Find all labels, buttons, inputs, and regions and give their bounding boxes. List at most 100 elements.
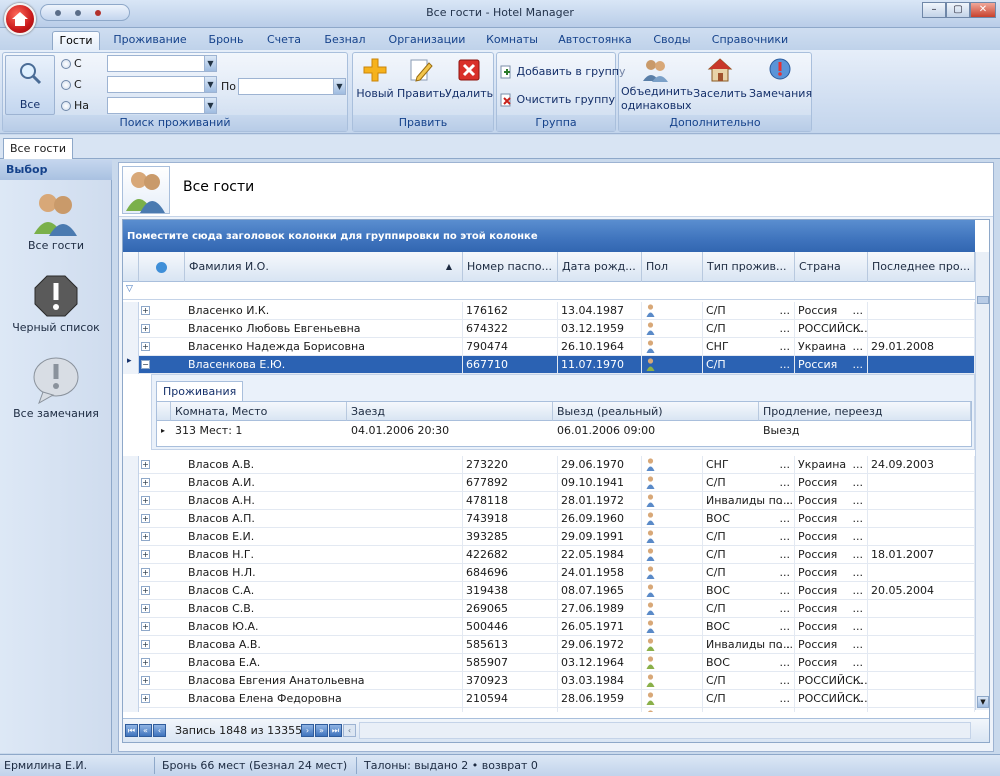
table-row[interactable]: ▸ − Власенкова Е.Ю. 667710 11.07.1970 С/П... Р… bbox=[123, 356, 975, 374]
detail-header-extension[interactable]: Продление, переезд bbox=[759, 402, 971, 421]
tab-organizations[interactable]: Организации bbox=[382, 31, 472, 50]
row-indicator[interactable] bbox=[123, 708, 139, 712]
tab-rooms[interactable]: Комнаты bbox=[480, 31, 544, 50]
filter-row[interactable]: ▽ bbox=[123, 282, 975, 300]
row-indicator[interactable] bbox=[123, 618, 139, 636]
ellipsis-icon[interactable]: ... bbox=[853, 474, 864, 491]
table-row[interactable]: + Власов Н.Л. 684696 24.01.1958 С/П... Россия… bbox=[123, 564, 975, 582]
expand-icon[interactable]: + bbox=[141, 586, 150, 595]
ellipsis-icon[interactable]: ... bbox=[853, 582, 864, 599]
all-search-button[interactable]: Все bbox=[5, 55, 55, 115]
expand-icon[interactable]: + bbox=[141, 324, 150, 333]
ellipsis-icon[interactable]: ... bbox=[780, 356, 791, 373]
ellipsis-icon[interactable]: ... bbox=[853, 510, 864, 527]
tab-references[interactable]: Справочники bbox=[706, 31, 794, 50]
scroll-down-icon[interactable]: ▼ bbox=[977, 696, 989, 708]
ellipsis-icon[interactable]: ... bbox=[853, 564, 864, 581]
ellipsis-icon[interactable]: ... bbox=[780, 600, 791, 617]
ellipsis-icon[interactable]: ... bbox=[780, 510, 791, 527]
detail-header-room[interactable]: Комната, Место bbox=[171, 402, 347, 421]
app-menu-button[interactable] bbox=[4, 3, 36, 35]
collapse-icon[interactable]: − bbox=[141, 360, 150, 369]
nav-blacklist[interactable]: Черный список bbox=[0, 274, 112, 344]
row-indicator[interactable] bbox=[123, 654, 139, 672]
header-sex[interactable]: Пол bbox=[642, 252, 703, 282]
first-record-button[interactable]: ⏮ bbox=[125, 724, 138, 737]
ellipsis-icon[interactable]: ... bbox=[780, 456, 791, 473]
table-row[interactable]: + Власов Ю.А. 500446 26.05.1971 ВОС... Россия… bbox=[123, 618, 975, 636]
ellipsis-icon[interactable]: ... bbox=[780, 320, 791, 337]
minimize-button[interactable]: – bbox=[922, 2, 946, 18]
next-page-button[interactable]: » bbox=[315, 724, 328, 737]
ellipsis-icon[interactable]: ... bbox=[853, 654, 864, 671]
ellipsis-icon[interactable]: ... bbox=[780, 690, 791, 707]
expand-icon[interactable]: + bbox=[141, 622, 150, 631]
header-dob[interactable]: Дата рожд... bbox=[558, 252, 642, 282]
header-name[interactable]: Фамилия И.О. ▲ bbox=[185, 252, 463, 282]
next-record-button[interactable]: › bbox=[301, 724, 314, 737]
ellipsis-icon[interactable]: ... bbox=[853, 338, 864, 355]
expand-icon[interactable]: + bbox=[141, 640, 150, 649]
close-button[interactable]: ✕ bbox=[970, 2, 996, 18]
on-date-combo[interactable]: ▼ bbox=[107, 97, 217, 114]
table-row[interactable]: + Власов А.Н. 478118 28.01.1972 Инвалиды по … bbox=[123, 492, 975, 510]
po-date-combo[interactable]: ▼ bbox=[238, 78, 346, 95]
table-row[interactable]: + Власов А.И. 677892 09.10.1941 С/П... Россия… bbox=[123, 474, 975, 492]
header-country[interactable]: Страна bbox=[795, 252, 868, 282]
header-passport[interactable]: Номер паспо... bbox=[463, 252, 558, 282]
header-stay-type[interactable]: Тип прожив... bbox=[703, 252, 795, 282]
detail-header-checkout[interactable]: Выезд (реальный) bbox=[553, 402, 759, 421]
row-indicator[interactable] bbox=[123, 338, 139, 356]
tab-stay[interactable]: Проживание bbox=[108, 31, 192, 50]
row-indicator[interactable] bbox=[123, 320, 139, 338]
table-row[interactable]: + Власов А.П. 743918 26.09.1960 ВОС... Россия… bbox=[123, 510, 975, 528]
delete-button[interactable]: Удалить bbox=[445, 55, 493, 115]
expand-icon[interactable]: + bbox=[141, 532, 150, 541]
ellipsis-icon[interactable]: ... bbox=[780, 546, 791, 563]
table-row[interactable]: + Власов С.В. 269065 27.06.1989 С/П... Россия… bbox=[123, 600, 975, 618]
row-indicator[interactable]: ▸ bbox=[123, 356, 139, 374]
ellipsis-icon[interactable]: ... bbox=[853, 356, 864, 373]
edit-button[interactable]: Править bbox=[397, 55, 446, 115]
expand-icon[interactable]: + bbox=[141, 496, 150, 505]
tab-summaries[interactable]: Своды bbox=[646, 31, 698, 50]
group-by-panel[interactable]: Поместите сюда заголовок колонки для гру… bbox=[123, 220, 975, 252]
table-row[interactable]: + Власова А.В. 585613 29.06.1972 Инвалиды по… bbox=[123, 636, 975, 654]
horizontal-scrollbar[interactable] bbox=[359, 722, 971, 739]
ellipsis-icon[interactable]: ... bbox=[853, 636, 864, 653]
expand-icon[interactable]: + bbox=[141, 676, 150, 685]
expand-icon[interactable]: + bbox=[141, 460, 150, 469]
row-indicator[interactable] bbox=[123, 636, 139, 654]
ellipsis-icon[interactable]: ... bbox=[853, 672, 864, 689]
tab-cashless[interactable]: Безнал bbox=[316, 31, 374, 50]
header-info-col[interactable] bbox=[139, 252, 185, 282]
nav-all-guests[interactable]: Все гости bbox=[0, 190, 112, 260]
ellipsis-icon[interactable]: ... bbox=[780, 636, 791, 653]
radio-on[interactable] bbox=[61, 101, 71, 111]
ellipsis-icon[interactable]: ... bbox=[780, 654, 791, 671]
vertical-scrollbar[interactable]: ▼ bbox=[975, 252, 989, 710]
row-indicator[interactable] bbox=[123, 492, 139, 510]
ellipsis-icon[interactable]: ... bbox=[780, 708, 791, 712]
table-row[interactable]: + Власов Е.И. 393285 29.09.1991 С/П... Россия… bbox=[123, 528, 975, 546]
add-to-group-button[interactable]: Добавить в группу bbox=[499, 65, 626, 83]
ellipsis-icon[interactable]: ... bbox=[853, 456, 864, 473]
new-button[interactable]: Новый bbox=[355, 55, 395, 115]
from-date-combo[interactable]: ▼ bbox=[107, 55, 217, 72]
to-date-combo[interactable]: ▼ bbox=[107, 76, 217, 93]
remarks-button[interactable]: Замечания bbox=[749, 55, 812, 115]
ellipsis-icon[interactable]: ... bbox=[853, 690, 864, 707]
expand-icon[interactable]: + bbox=[141, 604, 150, 613]
tab-parking[interactable]: Автостоянка bbox=[552, 31, 638, 50]
row-indicator[interactable] bbox=[123, 582, 139, 600]
vscroll-thumb[interactable] bbox=[977, 296, 989, 304]
ellipsis-icon[interactable]: ... bbox=[853, 618, 864, 635]
row-indicator[interactable] bbox=[123, 546, 139, 564]
row-indicator[interactable] bbox=[123, 528, 139, 546]
scroll-left-icon[interactable]: ‹ bbox=[343, 724, 356, 737]
row-indicator[interactable] bbox=[123, 302, 139, 320]
table-row[interactable]: + Власенко И.К. 176162 13.04.1987 С/П... Росс… bbox=[123, 302, 975, 320]
table-row[interactable]: + Власова Евгения Анатольевна 370923 03.03.… bbox=[123, 672, 975, 690]
ellipsis-icon[interactable]: ... bbox=[853, 492, 864, 509]
radio-to[interactable] bbox=[61, 80, 71, 90]
